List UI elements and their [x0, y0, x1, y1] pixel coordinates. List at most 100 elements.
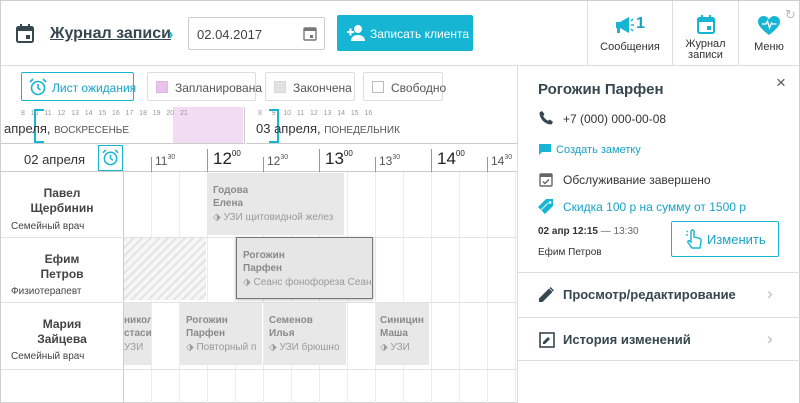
appointment-card[interactable]: Синицин Маша ⬗ УЗИ — [376, 303, 429, 365]
edit-button-label: Изменить — [707, 232, 766, 247]
hour-value: 12 — [213, 149, 232, 168]
chevron-right-icon: › — [168, 26, 174, 43]
history-label: История изменений — [563, 332, 691, 347]
add-client-button[interactable]: Записать клиента — [337, 15, 473, 51]
history-row[interactable]: История изменений › — [518, 317, 800, 361]
hour-label: 1330 — [379, 154, 400, 168]
hour-value: 14 — [437, 149, 456, 168]
discount-link[interactable]: Скидка 100 р на сумму от 1500 р — [563, 200, 746, 214]
legend-free[interactable]: Свободно — [363, 72, 446, 101]
doctor-role: Физиотерапевт — [11, 286, 82, 297]
current-date-label: 02 апреля — [24, 152, 85, 167]
day-strip-date: апреля, ВОСКРЕСЕНЬЕ — [4, 121, 129, 136]
legend-planned[interactable]: Запланирована — [147, 72, 262, 101]
day-strip-next[interactable]: 8 9 10 11 12 13 14 15 16 03 апреля, ПОНЕ… — [246, 107, 517, 144]
minute-value: 00 — [455, 149, 465, 158]
hour-value: 11 — [155, 154, 168, 168]
appointment-card[interactable]: никол стаси УЗИ — [124, 303, 151, 365]
messages-count: 1 — [636, 15, 645, 32]
appt-client-surname: Рогожин — [243, 250, 285, 261]
appt-client-surname: Синицин — [380, 315, 424, 326]
view-edit-row[interactable]: Просмотр/редактирование › — [518, 272, 800, 317]
appt-client-firstname: стаси — [124, 328, 151, 339]
appt-service: ⬗ Сеанс фонофореза Сеан — [243, 277, 372, 288]
appt-client: Рогожин Парфен — [243, 249, 372, 275]
doctor-role: Семейный врач — [11, 351, 85, 362]
minute-value: 30 — [280, 154, 289, 161]
hour-tick — [207, 149, 208, 172]
discount-tag-icon — [538, 199, 556, 214]
appt-service-text: Сеанс фонофореза Сеан — [253, 277, 372, 288]
day-strip-prev[interactable]: 8 10 11 12 13 14 15 16 17 18 19 20 21 ап… — [1, 107, 245, 144]
hour-tick — [431, 149, 432, 172]
doctor-last-name: Петров — [40, 267, 84, 281]
appointment-time: 02 апр 12:15 — 13:30 — [538, 226, 639, 237]
close-icon[interactable]: × — [776, 73, 786, 93]
appointment-card[interactable]: Семенов Илья ⬗ УЗИ брюшно — [264, 303, 346, 365]
alarm-clock-icon — [29, 78, 47, 96]
doctor-cell[interactable]: Мария Зайцева Семейный врач — [1, 303, 123, 370]
doctor-name: Павел Щербинин — [1, 186, 123, 216]
appt-service-text: УЗИ щитовидной желез — [223, 212, 334, 223]
hand-pointer-icon — [686, 229, 703, 249]
appt-service: ⬗ УЗИ щитовидной желез — [213, 212, 334, 223]
journal-label: Журнал записи — [673, 39, 738, 61]
doctor-last-name: Щербинин — [30, 201, 94, 215]
appt-client-surname: Рогожин — [186, 315, 228, 326]
appt-client: Семенов Илья — [269, 314, 346, 340]
hour-label: 1430 — [491, 154, 512, 168]
appt-client-surname: Семенов — [269, 315, 313, 326]
minute-value: 00 — [231, 149, 241, 158]
refresh-icon[interactable]: ↻ — [785, 7, 796, 23]
doctor-first-name: Ефим — [44, 252, 80, 266]
appointment-card[interactable]: Рогожин Парфен ⬗ Повторный п — [180, 303, 262, 365]
journal-button[interactable]: Журнал записи — [673, 1, 738, 66]
messages-label: Сообщения — [600, 41, 660, 53]
legend-finished[interactable]: Закончена — [265, 72, 355, 101]
hour-tick — [319, 149, 320, 172]
client-phone[interactable]: +7 (000) 000-00-08 — [563, 112, 666, 126]
blocked-time-slot — [124, 238, 206, 300]
menu-button[interactable]: ↻ Меню — [739, 1, 799, 66]
appt-client: никол стаси — [124, 314, 151, 340]
waiting-list-toggle[interactable] — [98, 145, 123, 171]
doctor-name: Ефим Петров — [1, 252, 123, 282]
create-note-link[interactable]: Создать заметку — [556, 144, 641, 156]
doctor-role: Семейный врач — [11, 221, 85, 232]
app-window: Журнал записи › 02.04.2017 Записать клие… — [0, 0, 800, 403]
doctor-first-name: Павел — [43, 186, 81, 200]
messages-button[interactable]: 1 Сообщения — [588, 1, 672, 66]
appt-service-text: УЗИ брюшно — [279, 342, 340, 353]
minute-value: 30 — [504, 154, 513, 161]
hour-value: 14 — [491, 154, 505, 168]
appointment-doctor: Ефим Петров — [538, 247, 602, 258]
appt-client-firstname: Маша — [380, 328, 408, 339]
doctor-cell[interactable]: Ефим Петров Физиотерапевт — [1, 238, 123, 303]
appt-client-firstname: Парфен — [186, 328, 226, 339]
hour-label: 1400 — [437, 149, 465, 169]
edit-button[interactable]: Изменить — [671, 221, 779, 257]
hour-value: 13 — [379, 154, 393, 168]
appt-end: — 13:30 — [600, 226, 639, 237]
date-calendar-icon[interactable] — [303, 26, 317, 41]
date-picker[interactable]: 02.04.2017 — [188, 17, 325, 50]
appointment-card[interactable]: Годова Елена ⬗ УЗИ щитовидной желез — [207, 173, 344, 235]
legend-planned-label: Запланирована — [175, 81, 262, 95]
minute-value: 30 — [167, 154, 176, 161]
appt-service: УЗИ — [124, 342, 151, 353]
logo-heart-icon — [758, 16, 780, 36]
day-date: апреля, — [4, 121, 51, 136]
appointment-card-selected[interactable]: Рогожин Парфен ⬗ Сеанс фонофореза Сеан — [236, 237, 373, 299]
appt-client-surname: никол — [124, 315, 151, 326]
appt-client-surname: Годова — [213, 185, 249, 196]
appt-client: Рогожин Парфен — [186, 314, 262, 340]
waiting-list-button[interactable]: Лист ожидания — [21, 72, 136, 101]
appt-client-firstname: Парфен — [243, 263, 283, 274]
planned-swatch — [156, 81, 168, 93]
doctor-cell[interactable]: Павел Щербинин Семейный врач — [1, 172, 123, 238]
client-detail-panel: × Рогожин Парфен +7 (000) 000-00-08 Созд… — [517, 66, 800, 403]
page-title[interactable]: Журнал записи — [50, 25, 171, 43]
hour-tick — [375, 157, 376, 172]
day-weekday-next: ПОНЕДЕЛЬНИК — [324, 125, 400, 136]
add-person-icon — [347, 24, 367, 42]
